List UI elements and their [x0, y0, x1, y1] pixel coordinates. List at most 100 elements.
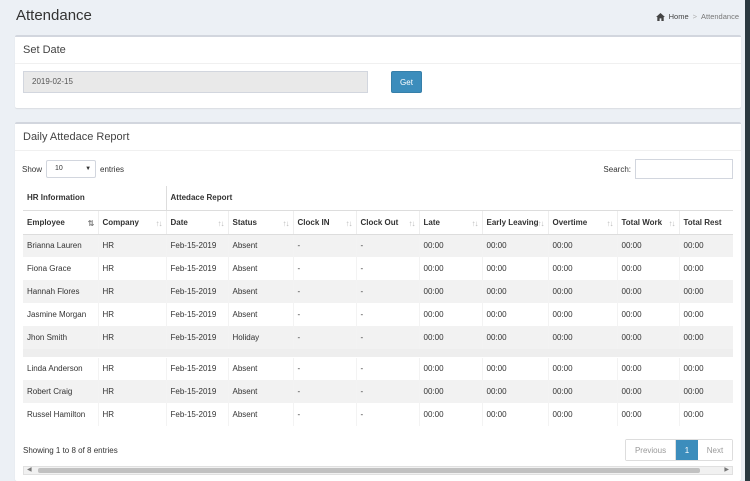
column-header-label: Overtime: [552, 217, 588, 227]
sort-icon: ↑↓: [345, 218, 353, 228]
row-separator: [23, 349, 733, 358]
column-header[interactable]: Overtime ↑↓: [548, 210, 618, 235]
table-cell: -: [356, 403, 420, 426]
set-date-box: Set Date 2019-02-15 Get: [15, 35, 741, 108]
set-date-title: Set Date: [23, 44, 66, 56]
table-cell: HR: [98, 303, 167, 326]
table-cell: Feb-15-2019: [166, 234, 229, 257]
attendance-table: HR Information Attedace Report Employee ⇅…: [23, 186, 733, 426]
table-cell: -: [293, 357, 357, 380]
table-row: Hannah Flores HR Feb-15-2019 Absent - -00:00 0…: [23, 280, 733, 303]
table-cell: Absent: [228, 403, 294, 426]
table-cell: -: [293, 280, 357, 303]
table-cell: 00:00: [482, 257, 549, 280]
entries-value: 10: [55, 165, 63, 172]
column-header[interactable]: Total Work ↑↓: [617, 210, 680, 235]
column-header[interactable]: Status ↑↓: [228, 210, 294, 235]
table-cell: HR: [98, 380, 167, 403]
table-cell: HR: [98, 257, 167, 280]
table-cell: -: [293, 380, 357, 403]
column-header[interactable]: Date ↑↓: [166, 210, 229, 235]
table-cell: Absent: [228, 380, 294, 403]
table-cell: Feb-15-2019: [166, 357, 229, 380]
scroll-right-icon[interactable]: ▶: [724, 466, 729, 473]
table-cell: 00:00: [419, 234, 483, 257]
table-cell: Absent: [228, 303, 294, 326]
table-cell: Robert Craig: [23, 380, 99, 403]
date-input[interactable]: 2019-02-15: [23, 71, 368, 93]
table-cell: HR: [98, 234, 167, 257]
table-cell: -: [356, 380, 420, 403]
horizontal-scrollbar[interactable]: ◀ ▶: [23, 466, 733, 475]
table-cell: 00:00: [679, 403, 733, 426]
sort-icon: ↑↓: [408, 218, 416, 228]
column-header[interactable]: Clock IN ↑↓: [293, 210, 357, 235]
column-header[interactable]: Employee ⇅: [23, 210, 99, 235]
scrollbar-thumb[interactable]: [38, 468, 700, 473]
column-header[interactable]: Late ↑↓: [419, 210, 483, 235]
table-info: Showing 1 to 8 of 8 entries: [23, 446, 118, 455]
table-cell: Absent: [228, 280, 294, 303]
page-1-button[interactable]: 1: [676, 440, 698, 460]
column-header-label: Total Work: [621, 217, 663, 227]
table-row: Robert Craig HR Feb-15-2019 Absent - -00:00 00…: [23, 380, 733, 403]
column-header[interactable]: Clock Out ↑↓: [356, 210, 420, 235]
next-page-button[interactable]: Next: [698, 440, 732, 460]
column-header-label: Status: [232, 217, 257, 227]
sidebar-edge: [745, 0, 750, 481]
column-header[interactable]: Total Rest↑↓: [679, 210, 733, 235]
length-control: Show 10 ▼ entries: [22, 160, 124, 178]
table-cell: 00:00: [679, 380, 733, 403]
sort-icon: ↑↓: [155, 218, 163, 228]
table-cell: 00:00: [617, 326, 680, 349]
entries-select[interactable]: 10 ▼: [46, 160, 97, 178]
table-cell: 00:00: [419, 257, 483, 280]
search-input[interactable]: [635, 159, 733, 179]
table-cell: 00:00: [419, 303, 483, 326]
table-cell: 00:00: [482, 326, 549, 349]
table-cell: 00:00: [419, 326, 483, 349]
table-cell: 00:00: [419, 380, 483, 403]
table-cell: Feb-15-2019: [166, 403, 229, 426]
table-cell: -: [356, 357, 420, 380]
table-cell: HR: [98, 357, 167, 380]
table-body: Brianna Lauren HR Feb-15-2019 Absent - -00:00…: [23, 234, 733, 426]
column-header-label: Company: [102, 217, 139, 227]
scroll-left-icon[interactable]: ◀: [27, 466, 32, 473]
table-cell: -: [356, 234, 420, 257]
table-row: Jasmine Morgan HR Feb-15-2019 Absent - -00:00…: [23, 303, 733, 326]
breadcrumb: Home > Attendance: [655, 12, 739, 21]
table-cell: Feb-15-2019: [166, 326, 229, 349]
table-cell: -: [356, 326, 420, 349]
chevron-down-icon: ▼: [85, 166, 92, 172]
sort-icon: ↑↓: [471, 218, 479, 228]
entries-label: entries: [100, 164, 125, 174]
get-button[interactable]: Get: [391, 71, 422, 93]
table-cell: 00:00: [482, 280, 549, 303]
column-header[interactable]: Early Leaving ↑↓: [482, 210, 549, 235]
table-cell: -: [356, 280, 420, 303]
table-cell: 00:00: [548, 234, 618, 257]
sort-icon: ↑↓: [282, 218, 290, 228]
column-header-label: Clock Out: [360, 217, 399, 227]
table-cell: 00:00: [679, 357, 733, 380]
group-header-attendance: Attedace Report: [166, 186, 733, 211]
table-cell: 00:00: [548, 357, 618, 380]
report-box: Daily Attedace Report Show 10 ▼ entries …: [15, 122, 741, 481]
table-cell: 00:00: [548, 403, 618, 426]
table-cell: Jasmine Morgan: [23, 303, 99, 326]
table-cell: 00:00: [419, 280, 483, 303]
column-header-label: Date: [170, 217, 188, 227]
table-cell: 00:00: [548, 257, 618, 280]
column-header-label: Late: [423, 217, 440, 227]
table-cell: 00:00: [482, 380, 549, 403]
table-cell: -: [293, 257, 357, 280]
box-divider: [15, 63, 741, 64]
report-title: Daily Attedace Report: [23, 131, 130, 143]
column-header-label: Early Leaving: [486, 217, 539, 227]
breadcrumb-home-link[interactable]: Home: [669, 12, 689, 21]
table-cell: 00:00: [679, 326, 733, 349]
previous-page-button[interactable]: Previous: [626, 440, 676, 460]
table-cell: -: [293, 234, 357, 257]
column-header[interactable]: Company ↑↓: [98, 210, 167, 235]
